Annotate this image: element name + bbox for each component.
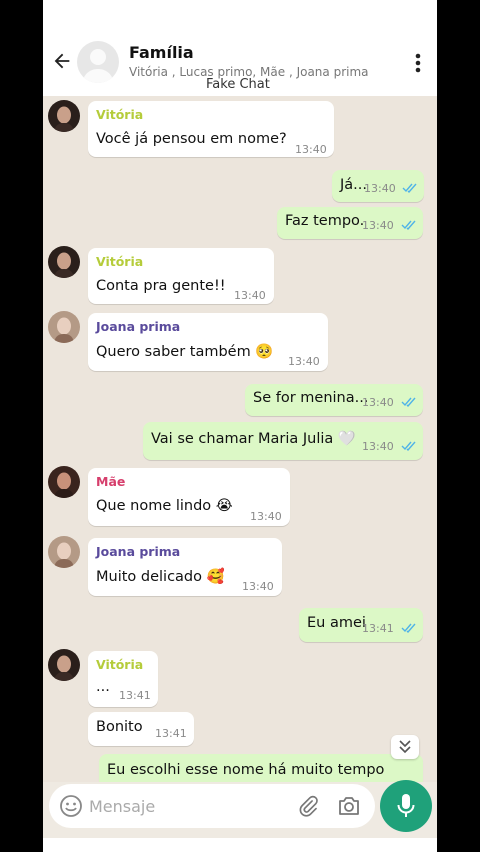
message-bubble-outgoing[interactable]: Eu amei 13:41 [299, 608, 423, 642]
phone-screen: Família Vitória , Lucas primo, Mãe , Joa… [43, 0, 437, 852]
emoji-icon[interactable] [59, 794, 83, 818]
message-text: ... [96, 679, 110, 695]
message-input[interactable]: Mensaje [89, 797, 155, 816]
message-bubble-outgoing[interactable]: Se for menina... 13:40 [245, 384, 423, 416]
message-text: Já... [340, 177, 367, 193]
read-ticks-icon [401, 397, 416, 407]
read-ticks-icon [402, 183, 417, 193]
message-text: Bonito [96, 719, 143, 735]
message-bubble[interactable]: Vitória Você já pensou em nome? 13:40 [88, 101, 334, 157]
message-text: Você já pensou em nome? [96, 131, 287, 147]
message-bubble[interactable]: Mãe Que nome lindo 😭 13:40 [88, 468, 290, 526]
chevron-double-down-icon [399, 740, 411, 754]
message-time: 13:40 [242, 580, 274, 593]
avatar-vitoria[interactable] [48, 649, 80, 681]
avatar-vitoria[interactable] [48, 246, 80, 278]
avatar-joana[interactable] [48, 536, 80, 568]
message-bubble-outgoing[interactable]: Vai se chamar Maria Julia 🤍 13:40 [143, 422, 423, 460]
group-title[interactable]: Família [129, 43, 194, 62]
read-ticks-icon [401, 441, 416, 451]
sender-name: Joana prima [96, 544, 181, 559]
read-ticks-icon [401, 623, 416, 633]
avatar-mae[interactable] [48, 466, 80, 498]
sender-name: Vitória [96, 107, 144, 122]
message-bubble-outgoing[interactable]: Eu escolhi esse nome há muito tempo [99, 754, 423, 782]
message-time: 13:41 [362, 622, 394, 635]
more-vert-icon[interactable] [415, 53, 421, 73]
message-time: 13:40 [295, 143, 327, 156]
message-bubble[interactable]: Bonito 13:41 [88, 712, 194, 746]
message-text: Vai se chamar Maria Julia 🤍 [151, 431, 356, 447]
message-time: 13:40 [362, 396, 394, 409]
message-bubble[interactable]: Joana prima Muito delicado 🥰 13:40 [88, 538, 282, 596]
bottom-strip [43, 838, 437, 852]
fake-chat-watermark: Fake Chat [206, 77, 270, 92]
back-arrow-icon[interactable] [51, 50, 73, 72]
avatar-vitoria[interactable] [48, 100, 80, 132]
message-time: 13:41 [155, 727, 187, 740]
message-input-bar[interactable]: Mensaje [49, 784, 375, 828]
message-bubble[interactable]: Vitória ... 13:41 [88, 651, 158, 707]
message-text: Que nome lindo 😭 [96, 498, 233, 514]
camera-icon[interactable] [337, 795, 361, 817]
chat-header: Família Vitória , Lucas primo, Mãe , Joa… [43, 0, 437, 96]
attach-clip-icon[interactable] [297, 795, 319, 817]
message-text: Eu amei [307, 615, 366, 631]
message-text: Quero saber também 🥺 [96, 344, 274, 360]
message-text: Faz tempo. [285, 213, 365, 229]
avatar-joana[interactable] [48, 311, 80, 343]
message-text: Eu escolhi esse nome há muito tempo [107, 762, 385, 778]
message-text: Muito delicado 🥰 [96, 569, 225, 585]
message-time: 13:40 [234, 289, 266, 302]
message-time: 13:41 [119, 689, 151, 702]
scroll-down-button[interactable] [391, 735, 419, 759]
mic-icon [397, 794, 415, 817]
message-bubble[interactable]: Joana prima Quero saber também 🥺 13:40 [88, 313, 328, 371]
message-bubble-outgoing[interactable]: Faz tempo. 13:40 [277, 207, 423, 239]
sender-name: Joana prima [96, 319, 181, 334]
sender-name: Mãe [96, 474, 126, 489]
message-time: 13:40 [362, 219, 394, 232]
sender-name: Vitória [96, 254, 144, 269]
message-time: 13:40 [250, 510, 282, 523]
message-text: Conta pra gente!! [96, 278, 226, 294]
sender-name: Vitória [96, 657, 144, 672]
message-text: Se for menina... [253, 390, 369, 406]
message-time: 13:40 [288, 355, 320, 368]
message-bubble-outgoing[interactable]: Já... 13:40 [332, 170, 424, 202]
read-ticks-icon [401, 220, 416, 230]
mic-button[interactable] [380, 780, 432, 832]
chat-area[interactable]: Vitória Você já pensou em nome? 13:40 Já… [43, 96, 437, 782]
group-avatar-icon[interactable] [77, 41, 119, 83]
message-time: 13:40 [364, 182, 396, 195]
message-time: 13:40 [362, 440, 394, 453]
message-bubble[interactable]: Vitória Conta pra gente!! 13:40 [88, 248, 274, 304]
